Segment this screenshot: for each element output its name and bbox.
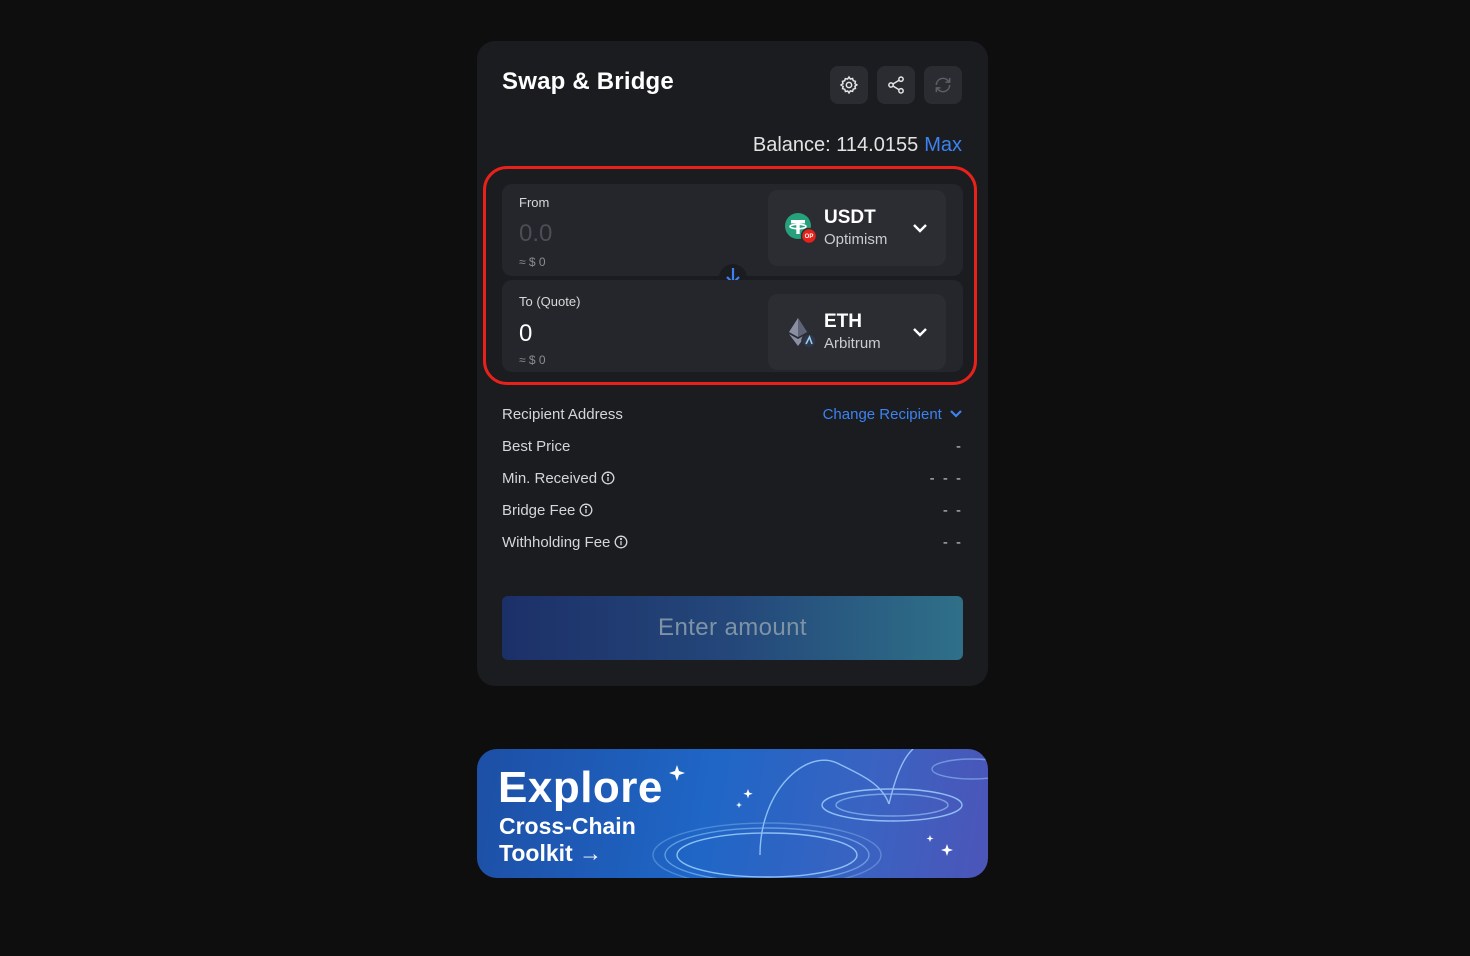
change-recipient-button[interactable]: Change Recipient (823, 406, 963, 423)
withholding-fee-value: - - (942, 534, 963, 551)
bridge-fee-value: - - (942, 502, 963, 519)
bridge-fee-label: Bridge Fee (502, 502, 576, 519)
min-received-row: Min. Received - - - (502, 470, 963, 492)
banner-subtitle-line1: Cross-Chain (499, 813, 636, 839)
page-title: Swap & Bridge (502, 68, 674, 95)
info-icon[interactable] (579, 503, 593, 521)
gear-icon (839, 75, 859, 95)
min-received-text: Min. Received (502, 470, 615, 489)
recipient-label: Recipient Address (502, 406, 623, 423)
max-button[interactable]: Max (924, 134, 962, 156)
withholding-fee-row: Withholding Fee - - (502, 534, 963, 556)
share-button[interactable] (877, 66, 915, 104)
withholding-fee-label: Withholding Fee (502, 534, 611, 551)
explore-toolkit-banner[interactable]: Explore Cross-Chain Toolkit → (477, 749, 988, 878)
balance-label: Balance: 114.0155 (752, 134, 919, 156)
refresh-icon (933, 75, 953, 95)
banner-subtitle-line2: Toolkit → (499, 840, 603, 866)
min-received-value: - - - (929, 470, 963, 487)
withholding-fee-text: Withholding Fee (502, 534, 628, 553)
highlight-outline (483, 166, 977, 385)
settings-button[interactable] (830, 66, 868, 104)
best-price-label: Best Price (502, 438, 571, 455)
min-received-label: Min. Received (502, 470, 598, 487)
balance-row: Balance: 114.0155 Max (753, 134, 962, 157)
chevron-down-icon (946, 406, 963, 423)
banner-title: Explore (498, 763, 663, 812)
recipient-row: Recipient Address Change Recipient (502, 406, 963, 428)
info-icon[interactable] (614, 535, 628, 553)
bridge-fee-row: Bridge Fee - - (502, 502, 963, 524)
change-recipient-label: Change Recipient (822, 406, 942, 423)
enter-amount-button[interactable]: Enter amount (502, 596, 963, 660)
share-icon (886, 75, 906, 95)
info-icon[interactable] (601, 471, 615, 489)
best-price-value: - (956, 438, 963, 455)
refresh-button[interactable] (924, 66, 962, 104)
best-price-row: Best Price - (502, 438, 963, 460)
bridge-fee-text: Bridge Fee (502, 502, 593, 521)
